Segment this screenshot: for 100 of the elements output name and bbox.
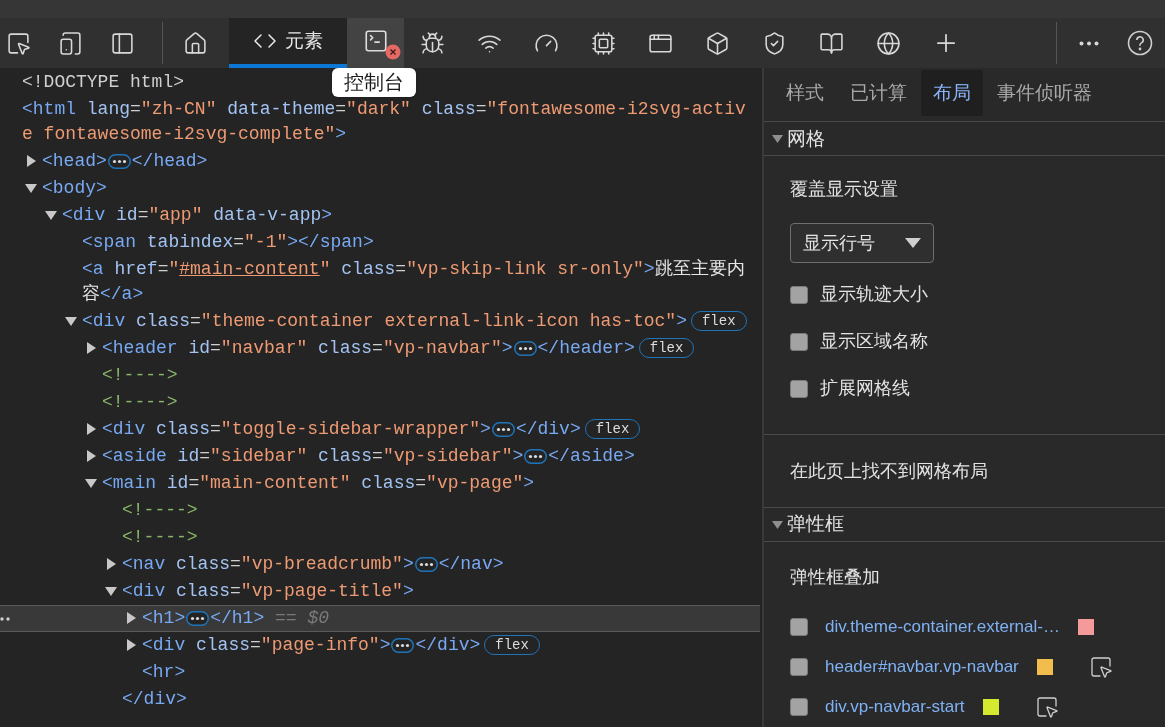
globe-icon — [876, 30, 901, 56]
code-text: <div class="toggle-sidebar-wrapper"> — [102, 419, 491, 439]
inspect-icon — [5, 30, 31, 56]
panel-tab[interactable]: 已计算 — [838, 70, 919, 117]
tree-row[interactable]: <body> — [0, 175, 115, 202]
collapse-arrow-icon[interactable] — [85, 477, 97, 490]
code-text: </header> — [537, 338, 635, 358]
panel-icon — [109, 30, 135, 56]
ellipsis-icon[interactable] — [414, 556, 438, 572]
code-text: <aside id="sidebar" class="vp-sidebar"> — [102, 446, 524, 466]
ellipsis-icon[interactable] — [513, 340, 537, 356]
tree-row[interactable]: <header id="navbar" class="vp-navbar"> </header> flex — [0, 335, 703, 362]
code-text: <hr> — [142, 662, 186, 682]
tree-row[interactable]: <a href="#main-content" class="vp-skip-link sr-only">跳至主要内容</a> — [0, 256, 760, 308]
collapse-arrow-icon — [772, 133, 783, 145]
code-text: <body> — [42, 178, 107, 198]
checkbox-label: 显示轨迹大小 — [820, 283, 928, 307]
tree-row[interactable]: <!----> — [0, 524, 206, 551]
expand-arrow-icon[interactable] — [85, 342, 97, 355]
code-text: </div> — [515, 419, 581, 439]
section-header[interactable]: 弹性框 — [764, 507, 1165, 542]
element-link[interactable]: div.theme-container.external-… — [825, 614, 1060, 640]
ellipsis-icon[interactable] — [391, 637, 415, 653]
tree-row[interactable]: <html lang="zh-CN" data-theme="dark" class="fontawesome-i2svg-active fontawesome-i2svg-complete"> — [0, 96, 760, 148]
tree-row[interactable]: <hr> — [0, 659, 194, 686]
code-text: </nav> — [438, 554, 504, 574]
panel-tab[interactable]: 事件侦听器 — [985, 70, 1104, 117]
tree-row[interactable]: <div class="vp-page-title"> — [0, 578, 422, 605]
tree-row[interactable]: <div class="toggle-sidebar-wrapper"> </div> flex — [0, 416, 649, 443]
gutter-dots-icon — [0, 617, 10, 621]
code-text: </aside> — [548, 446, 635, 466]
color-swatch[interactable] — [982, 699, 999, 715]
checkbox[interactable] — [790, 618, 808, 636]
tooltip: 控制台 — [332, 68, 416, 97]
overlay-settings-title: 覆盖显示设置 — [790, 178, 899, 202]
section-title: 弹性框 — [787, 512, 844, 537]
tree-row[interactable]: <nav class="vp-breadcrumb"> </nav> — [0, 551, 512, 578]
tree-row[interactable]: <aside id="sidebar" class="vp-sidebar"> </aside> — [0, 443, 643, 470]
code-text: <header id="navbar" class="vp-navbar"> — [102, 338, 513, 358]
tree-row[interactable]: <!----> — [0, 497, 206, 524]
element-link[interactable]: div.vp-navbar-start — [825, 694, 965, 720]
tree-row[interactable]: <!----> — [0, 389, 186, 416]
checkbox-label: 显示区域名称 — [820, 330, 928, 354]
element-link[interactable]: header#navbar.vp-navbar — [825, 654, 1019, 680]
code-text: <a href="#main-content" class="vp-skip-link sr-only">跳至主要内容</a> — [82, 259, 745, 304]
ellipsis-icon[interactable] — [491, 421, 515, 437]
code-text: </div> — [122, 689, 187, 709]
checkbox[interactable] — [790, 285, 808, 304]
device-icon — [57, 30, 83, 56]
code-text: <span tabindex="-1"></span> — [82, 232, 374, 252]
checkbox[interactable] — [790, 332, 808, 351]
checkbox[interactable] — [790, 698, 808, 716]
shield-icon — [762, 30, 787, 56]
code-text: <!----> — [102, 365, 178, 385]
code-text: </head> — [131, 151, 208, 171]
expand-arrow-icon[interactable] — [25, 155, 37, 168]
checkbox[interactable] — [790, 658, 808, 676]
panel-tab[interactable]: 样式 — [774, 70, 836, 117]
ellipsis-icon[interactable] — [524, 448, 548, 464]
expand-arrow-icon[interactable] — [125, 639, 137, 652]
code-text: <div id="app" data-v-app> — [62, 205, 333, 225]
tree-row[interactable]: <!DOCTYPE html> — [0, 69, 193, 96]
home-icon — [182, 30, 208, 56]
inspect-icon[interactable] — [1034, 695, 1059, 719]
color-swatch[interactable] — [1077, 619, 1094, 635]
more-icon — [1079, 40, 1099, 46]
panel-tab[interactable]: 布局 — [921, 70, 983, 117]
elements-tab[interactable]: 元素 — [229, 18, 347, 68]
section-header[interactable]: 网格 — [764, 121, 1165, 157]
ellipsis-icon[interactable] — [186, 610, 210, 626]
code-text: <main id="main-content" class="vp-page"> — [102, 473, 535, 493]
code-text: <div class="page-info"> — [142, 635, 391, 655]
expand-arrow-icon[interactable] — [125, 612, 137, 625]
ellipsis-icon[interactable] — [107, 153, 131, 169]
collapse-arrow-icon[interactable] — [45, 209, 57, 222]
expand-arrow-icon[interactable] — [85, 450, 97, 463]
tree-row[interactable]: <div id="app" data-v-app> — [0, 202, 341, 229]
code-text: </h1> == $0 — [210, 608, 330, 628]
section-title: 网格 — [787, 126, 825, 151]
code-text: <html lang="zh-CN" data-theme="dark" class="fontawesome-i2svg-active fontawesome-i2svg-complete"> — [22, 99, 746, 144]
color-swatch[interactable] — [1036, 659, 1053, 675]
checkbox[interactable] — [790, 379, 808, 398]
tree-row[interactable]: <head> </head> — [0, 148, 216, 175]
tree-row[interactable]: <div class="page-info"> </div> flex — [0, 632, 548, 659]
code-text: </div> — [415, 635, 481, 655]
expand-arrow-icon[interactable] — [85, 423, 97, 436]
collapse-arrow-icon[interactable] — [65, 315, 77, 328]
tree-row[interactable]: <span tabindex="-1"></span> — [0, 229, 382, 256]
inspect-icon[interactable] — [1088, 655, 1113, 679]
cube-icon — [705, 30, 730, 56]
tree-row[interactable]: <!----> — [0, 362, 186, 389]
help-icon — [1127, 30, 1153, 56]
tree-row[interactable]: <h1> </h1> == $0 — [0, 605, 760, 632]
collapse-arrow-icon[interactable] — [105, 585, 117, 598]
dropdown[interactable]: 显示行号 — [790, 223, 934, 264]
collapse-arrow-icon[interactable] — [25, 182, 37, 195]
tree-row[interactable]: <main id="main-content" class="vp-page"> — [0, 470, 543, 497]
expand-arrow-icon[interactable] — [105, 558, 117, 571]
tree-row[interactable]: <div class="theme-container external-link-icon has-toc"> flex — [0, 308, 755, 335]
terminal-icon — [362, 28, 389, 54]
